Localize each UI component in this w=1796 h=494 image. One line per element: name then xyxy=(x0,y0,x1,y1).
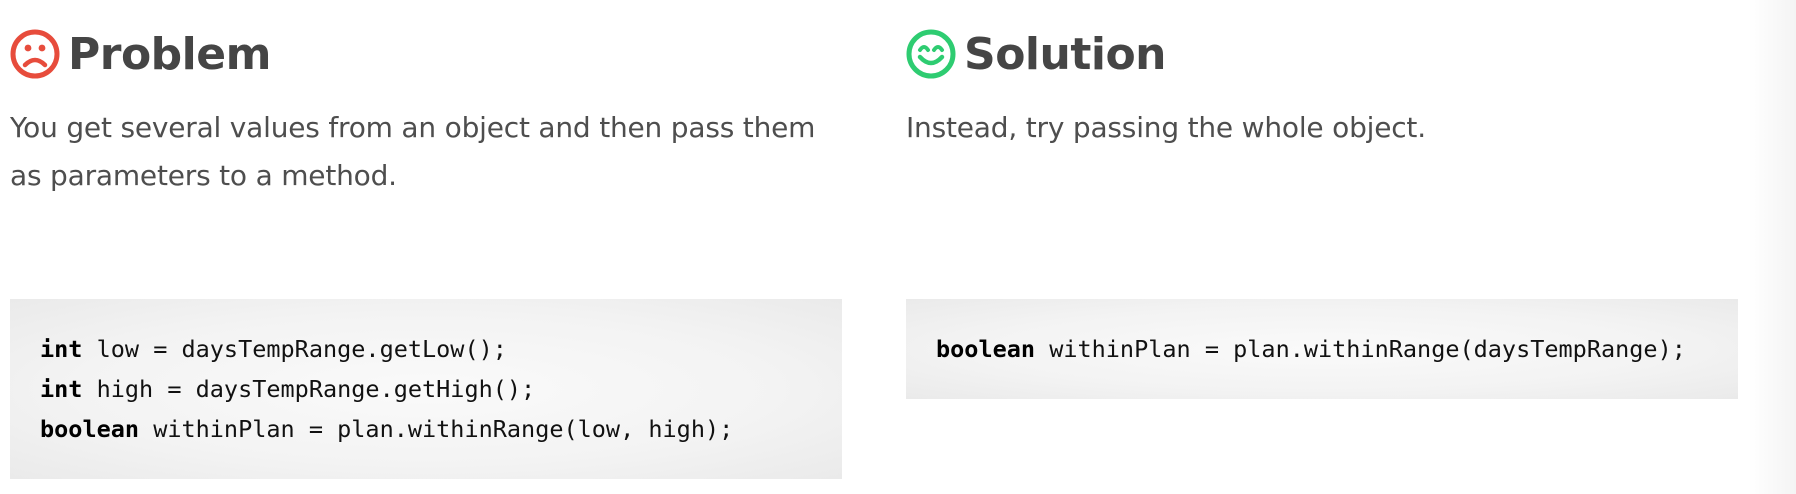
problem-title: Problem xyxy=(68,28,271,80)
code-keyword: boolean xyxy=(40,415,140,443)
code-text: withinPlan = plan.withinRange(low, high)… xyxy=(139,415,734,443)
code-text: low = daysTempRange.getLow(); xyxy=(82,335,507,363)
solution-title: Solution xyxy=(964,28,1167,80)
solution-code-block: boolean withinPlan = plan.withinRange(da… xyxy=(906,299,1738,399)
problem-description: You get several values from an object an… xyxy=(10,111,816,192)
code-keyword: int xyxy=(40,375,83,403)
happy-face-icon xyxy=(906,29,956,79)
code-keyword: boolean xyxy=(936,335,1036,363)
code-line: boolean withinPlan = plan.withinRange(lo… xyxy=(40,409,812,449)
problem-heading: Problem xyxy=(10,26,271,82)
code-line: int low = daysTempRange.getLow(); xyxy=(40,329,812,369)
solution-heading: Solution xyxy=(906,26,1167,82)
code-line: int high = daysTempRange.getHigh(); xyxy=(40,369,812,409)
solution-description: Instead, try passing the whole object. xyxy=(906,111,1426,144)
code-text: withinPlan = plan.withinRange(daysTempRa… xyxy=(1035,335,1686,363)
problem-code-block: int low = daysTempRange.getLow(); int hi… xyxy=(10,299,842,479)
code-keyword: int xyxy=(40,335,83,363)
code-line: boolean withinPlan = plan.withinRange(da… xyxy=(936,329,1708,369)
code-text: high = daysTempRange.getHigh(); xyxy=(82,375,536,403)
page-edge-shade xyxy=(1748,0,1796,494)
sad-face-icon xyxy=(10,29,60,79)
